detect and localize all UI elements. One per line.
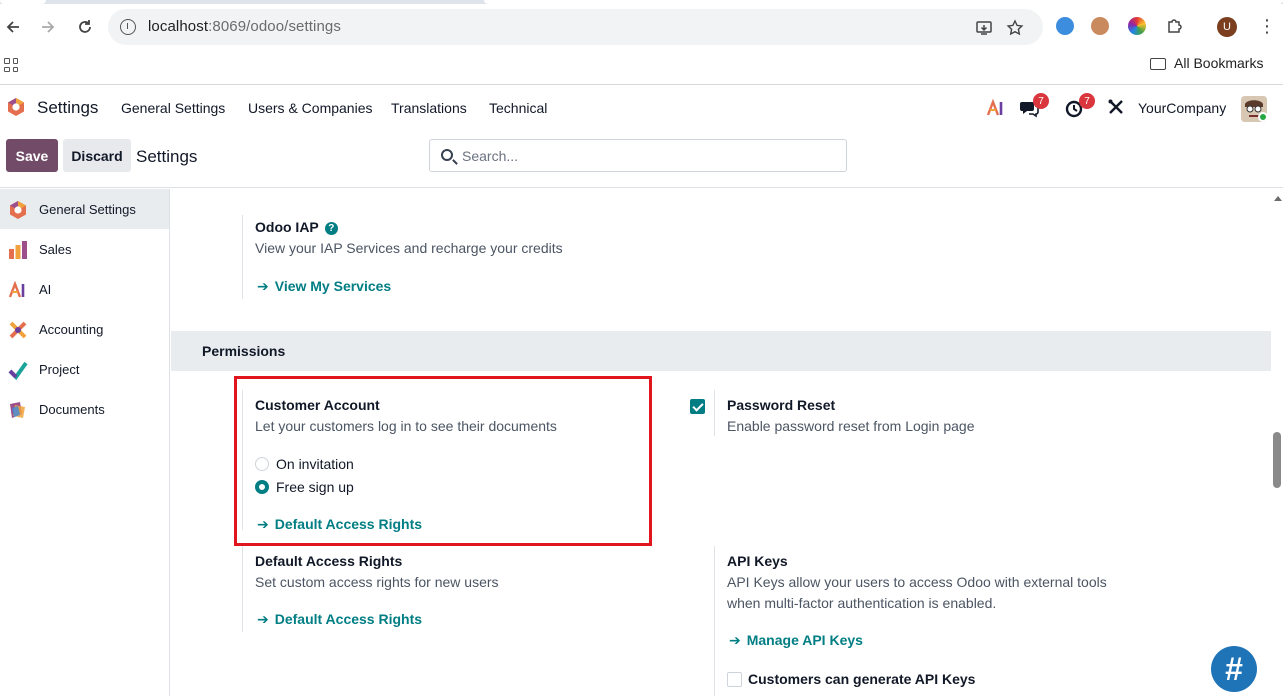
- arrow-right-icon: ➔: [729, 632, 741, 648]
- setting-password-reset: Password Reset Enable password reset fro…: [714, 390, 1114, 438]
- search-input[interactable]: [462, 146, 832, 166]
- sidebar-item-documents[interactable]: Documents: [0, 389, 169, 429]
- extension-spy-icon[interactable]: [1091, 17, 1109, 35]
- address-bar[interactable]: localhost:8069/odoo/settings: [108, 9, 1043, 45]
- default-access-rights-link[interactable]: ➔ Default Access Rights: [257, 611, 422, 628]
- discard-button[interactable]: Discard: [63, 139, 131, 172]
- setting-odoo-iap: Odoo IAP? View your IAP Services and rec…: [242, 215, 742, 300]
- messages-icon[interactable]: 7: [1019, 93, 1049, 118]
- setting-api-keys: API Keys API Keys allow your users to ac…: [714, 546, 1214, 696]
- manage-api-keys-link[interactable]: ➔ Manage API Keys: [729, 632, 863, 649]
- search-icon: [441, 149, 453, 161]
- sidebar-item-label: Sales: [39, 242, 72, 257]
- profile-avatar[interactable]: U: [1217, 17, 1237, 37]
- sidebar-item-ai[interactable]: AI: [0, 269, 169, 309]
- tab-edge: [0, 0, 46, 4]
- folder-icon[interactable]: [1150, 58, 1166, 70]
- scroll-up-arrow-icon[interactable]: [1274, 196, 1282, 201]
- online-status-dot: [1258, 112, 1268, 122]
- url-text[interactable]: localhost:8069/odoo/settings: [148, 18, 341, 35]
- setting-divider: [714, 390, 715, 436]
- ai-icon: [8, 280, 25, 298]
- menu-users-companies[interactable]: Users & Companies: [248, 100, 373, 116]
- activities-badge: 7: [1079, 93, 1095, 109]
- setting-divider: [714, 546, 715, 696]
- settings-sidebar: General Settings Sales AI Accounting Pro…: [0, 189, 170, 696]
- setting-description: when multi-factor authentication is enab…: [727, 595, 997, 611]
- scroll-thumb[interactable]: [1273, 432, 1281, 488]
- sales-icon: [9, 241, 27, 259]
- arrow-right-icon: ➔: [257, 278, 269, 294]
- reload-icon[interactable]: [74, 16, 96, 38]
- browser-toolbar: localhost:8069/odoo/settings U ⋮: [0, 0, 1283, 52]
- accounting-icon: [9, 321, 27, 339]
- sidebar-item-label: Accounting: [39, 322, 104, 337]
- menu-translations[interactable]: Translations: [391, 100, 467, 116]
- setting-title: API Keys: [727, 553, 788, 569]
- install-app-icon[interactable]: [974, 18, 994, 38]
- hashtag-chat-button[interactable]: #: [1211, 646, 1257, 692]
- setting-title: Default Access Rights: [255, 553, 403, 569]
- setting-divider: [242, 546, 243, 632]
- save-button[interactable]: Save: [6, 139, 58, 172]
- sidebar-item-label: AI: [39, 282, 52, 297]
- section-title: Permissions: [202, 343, 286, 359]
- setting-description: Set custom access rights for new users: [255, 574, 499, 590]
- all-bookmarks-link[interactable]: All Bookmarks: [1174, 55, 1263, 71]
- odoo-settings-logo-icon[interactable]: [6, 97, 26, 117]
- activities-clock-icon[interactable]: 7: [1065, 93, 1095, 118]
- setting-description: View your IAP Services and recharge your…: [255, 240, 563, 256]
- site-info-icon[interactable]: [120, 19, 136, 35]
- extensions-puzzle-icon[interactable]: [1164, 16, 1184, 36]
- setting-title: Odoo IAP?: [255, 219, 338, 235]
- page-title: Settings: [136, 147, 198, 166]
- tab-edge: [484, 0, 1283, 4]
- sidebar-item-general-settings[interactable]: General Settings: [0, 189, 169, 229]
- menu-general-settings[interactable]: General Settings: [121, 100, 225, 116]
- extension-translate-icon[interactable]: [1056, 17, 1074, 35]
- scrollbar[interactable]: [1271, 189, 1283, 696]
- bookmark-star-icon[interactable]: [1005, 18, 1025, 38]
- setting-description: Enable password reset from Login page: [727, 418, 975, 434]
- menu-technical[interactable]: Technical: [489, 100, 547, 116]
- ai-systray-icon[interactable]: [986, 98, 1006, 118]
- odoo-navbar: Settings General Settings Users & Compan…: [0, 86, 1283, 130]
- bookmarks-bar: All Bookmarks: [0, 52, 1283, 85]
- arrow-right-icon: ➔: [257, 611, 269, 627]
- checkbox-label[interactable]: Customers can generate API Keys: [748, 671, 975, 687]
- section-header-permissions: Permissions: [171, 331, 1271, 371]
- company-switcher[interactable]: YourCompany: [1138, 100, 1226, 116]
- sidebar-item-project[interactable]: Project: [0, 349, 169, 389]
- sidebar-item-label: General Settings: [39, 202, 136, 217]
- extension-color-icon[interactable]: [1128, 17, 1146, 35]
- sidebar-item-accounting[interactable]: Accounting: [0, 309, 169, 349]
- setting-default-access-rights: Default Access Rights Set custom access …: [242, 546, 642, 632]
- browser-menu-icon[interactable]: ⋮: [1258, 16, 1276, 37]
- documents-icon: [10, 402, 25, 418]
- view-my-services-link[interactable]: ➔ View My Services: [257, 278, 391, 295]
- setting-divider: [242, 215, 243, 299]
- sidebar-item-label: Documents: [39, 402, 105, 417]
- highlight-annotation-box: [234, 376, 652, 546]
- control-panel: Save Discard Settings: [0, 130, 1283, 188]
- customers-generate-api-keys-checkbox[interactable]: [727, 672, 742, 687]
- apps-grid-icon[interactable]: [4, 58, 18, 72]
- sidebar-item-label: Project: [39, 362, 80, 377]
- setting-description: API Keys allow your users to access Odoo…: [727, 574, 1107, 590]
- project-icon: [8, 361, 28, 380]
- messages-badge: 7: [1033, 93, 1049, 109]
- help-icon[interactable]: ?: [324, 222, 338, 235]
- app-title[interactable]: Settings: [37, 98, 98, 118]
- debug-tools-icon[interactable]: [1107, 98, 1127, 118]
- password-reset-checkbox[interactable]: [690, 399, 705, 414]
- sidebar-item-sales[interactable]: Sales: [0, 229, 169, 269]
- search-box[interactable]: [429, 139, 847, 172]
- back-icon[interactable]: [2, 16, 24, 38]
- setting-title: Password Reset: [727, 397, 836, 413]
- forward-icon[interactable]: [37, 16, 59, 38]
- odoo-logo-icon: [10, 201, 26, 219]
